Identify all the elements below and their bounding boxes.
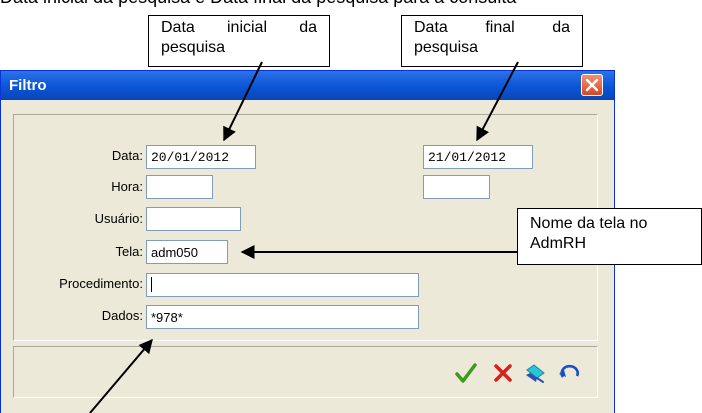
- annotation-arrows: [89, 61, 519, 413]
- arrow-to-start-date: [223, 61, 263, 142]
- arrow-to-data-field: [89, 338, 153, 413]
- arrow-to-end-date: [476, 61, 519, 142]
